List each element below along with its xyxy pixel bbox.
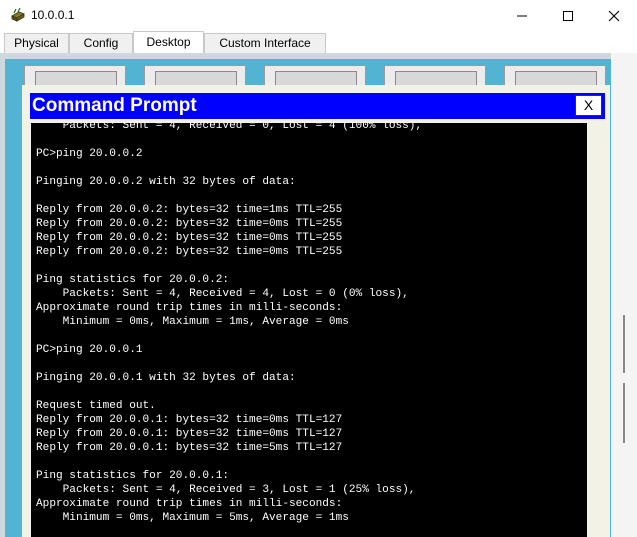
- terminal-line: PC>ping 20.0.0.1: [36, 344, 143, 356]
- terminal-line: Pinging 20.0.0.1 with 32 bytes of data:: [36, 372, 296, 384]
- command-prompt-window: Command Prompt X Packets: Sent = 4, Rece…: [22, 85, 610, 537]
- terminal-line: Reply from 20.0.0.2: bytes=32 time=0ms T…: [36, 218, 343, 230]
- terminal-line: Ping statistics for 20.0.0.2:: [36, 274, 230, 286]
- terminal-line: Minimum = 0ms, Maximum = 1ms, Average = …: [36, 316, 349, 328]
- terminal-line: Minimum = 0ms, Maximum = 5ms, Average = …: [36, 512, 349, 524]
- scrollbar-thumb[interactable]: [623, 315, 625, 373]
- tab-bar: Physical Config Desktop Custom Interface: [0, 31, 637, 53]
- terminal-line: Reply from 20.0.0.1: bytes=32 time=5ms T…: [36, 442, 343, 454]
- command-prompt-title: Command Prompt: [32, 95, 197, 116]
- close-button[interactable]: [591, 0, 637, 31]
- terminal-text: Packets: Sent = 4, Received = 0, Lost = …: [36, 123, 422, 525]
- terminal-line: Reply from 20.0.0.2: bytes=32 time=0ms T…: [36, 246, 343, 258]
- terminal-line: Pinging 20.0.0.2 with 32 bytes of data:: [36, 176, 296, 188]
- command-prompt-close-button[interactable]: X: [575, 95, 602, 116]
- router-app-icon: [11, 7, 25, 22]
- outer-scrollbar[interactable]: [611, 53, 637, 537]
- minimize-button[interactable]: [499, 0, 545, 31]
- terminal-line: PC>ping 20.0.0.2: [36, 148, 143, 160]
- maximize-button[interactable]: [545, 0, 591, 31]
- tab-custom-interface[interactable]: Custom Interface: [204, 33, 326, 53]
- tab-config[interactable]: Config: [69, 33, 133, 53]
- terminal-scrollbar[interactable]: [587, 123, 605, 537]
- terminal-line: Packets: Sent = 4, Received = 3, Lost = …: [36, 484, 416, 496]
- terminal-line: Approximate round trip times in milli-se…: [36, 302, 343, 314]
- terminal-line: Reply from 20.0.0.1: bytes=32 time=0ms T…: [36, 428, 343, 440]
- command-prompt-titlebar: Command Prompt X: [30, 93, 605, 119]
- window-titlebar: 10.0.0.1: [0, 0, 637, 31]
- scrollbar-thumb[interactable]: [623, 383, 625, 443]
- terminal-line: Request timed out.: [36, 400, 156, 412]
- terminal-line: Reply from 20.0.0.2: bytes=32 time=0ms T…: [36, 232, 343, 244]
- terminal-output[interactable]: Packets: Sent = 4, Received = 0, Lost = …: [31, 123, 587, 537]
- terminal-line: Approximate round trip times in milli-se…: [36, 498, 343, 510]
- minimize-icon: [517, 15, 527, 17]
- terminal-line: Packets: Sent = 4, Received = 4, Lost = …: [36, 288, 409, 300]
- maximize-icon: [563, 11, 573, 21]
- terminal-line: Ping statistics for 20.0.0.1:: [36, 470, 230, 482]
- terminal-line: Reply from 20.0.0.2: bytes=32 time=1ms T…: [36, 204, 343, 216]
- tab-physical[interactable]: Physical: [4, 33, 69, 53]
- tab-desktop[interactable]: Desktop: [133, 31, 204, 53]
- terminal-line: Reply from 20.0.0.1: bytes=32 time=0ms T…: [36, 414, 343, 426]
- close-icon: [608, 10, 620, 22]
- terminal-line: Packets: Sent = 4, Received = 0, Lost = …: [36, 123, 423, 132]
- window-title: 10.0.0.1: [31, 8, 75, 22]
